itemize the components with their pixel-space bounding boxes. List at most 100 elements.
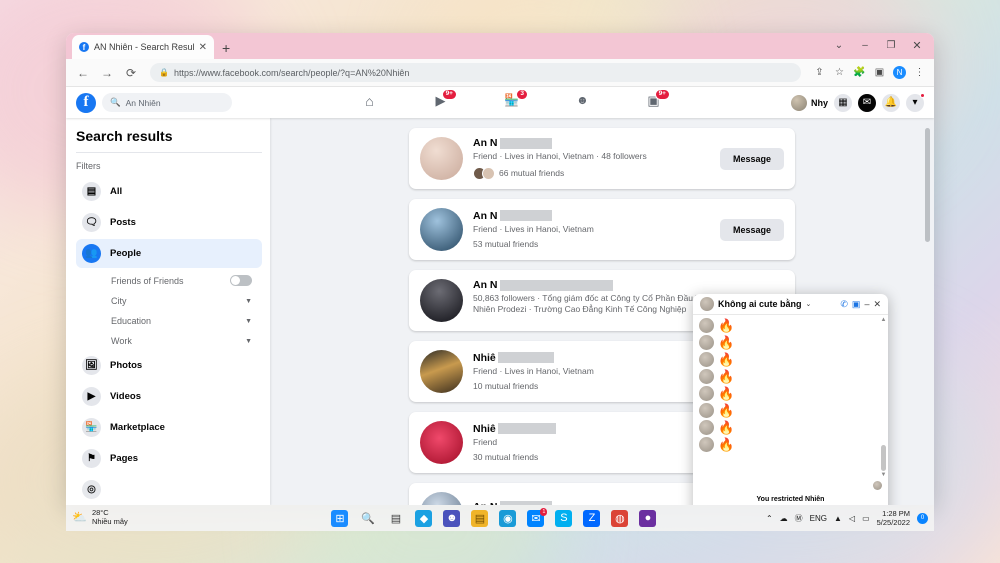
teams-icon[interactable]: ☻ <box>443 509 461 527</box>
toggle-switch[interactable] <box>230 275 252 286</box>
chevron-up-icon[interactable]: ▲ <box>880 317 887 323</box>
chevron-down-icon[interactable]: ▼ <box>880 472 887 478</box>
scrollbar-thumb[interactable] <box>881 445 886 471</box>
maximize-icon[interactable]: ❐ <box>878 35 904 55</box>
weather-widget[interactable]: ⛅ 28°C Nhiều mây <box>72 509 222 526</box>
minimize-icon[interactable]: – <box>864 299 869 309</box>
forward-button[interactable]: → <box>98 64 116 82</box>
filter-education[interactable]: Education ▼ <box>76 311 262 331</box>
avatar <box>699 403 714 418</box>
extensions-icon[interactable]: 🧩 <box>853 67 866 78</box>
list-item: 🔥 <box>699 386 882 401</box>
video-call-icon[interactable]: ▣ <box>852 299 861 310</box>
clock[interactable]: 1:28 PM 5/25/2022 <box>877 509 910 527</box>
new-tab-button[interactable]: + <box>222 40 230 56</box>
search-input[interactable]: 🔍 An Nhiên <box>102 93 232 112</box>
filter-label: Work <box>111 336 132 346</box>
wifi-icon[interactable]: ▲ <box>834 514 842 523</box>
video-icon[interactable]: ▶ 9+ <box>431 89 457 112</box>
share-icon[interactable]: ⇪ <box>813 67 826 78</box>
edge-icon[interactable]: ◉ <box>499 509 517 527</box>
message-text: 🔥 <box>718 352 735 367</box>
filter-friends-of-friends[interactable]: Friends of Friends <box>76 270 262 291</box>
filter-work[interactable]: Work ▼ <box>76 331 262 351</box>
search-icon[interactable]: 🔍 <box>359 510 376 527</box>
account-dropdown-icon[interactable]: ▾ <box>906 92 925 112</box>
marketplace-icon[interactable]: 🏪 3 <box>502 89 528 112</box>
bookmark-icon[interactable]: ☆ <box>833 67 846 78</box>
scrollbar[interactable] <box>925 120 932 500</box>
chat-scrollbar[interactable]: ▲ ▼ <box>880 317 887 478</box>
sidebar-item-label: Videos <box>110 391 141 402</box>
result-mutual: 66 mutual friends <box>473 166 710 180</box>
sidebar-item-pages[interactable]: ⚑ Pages <box>76 444 262 473</box>
reload-button[interactable]: ⟳ <box>122 64 140 82</box>
explorer-icon[interactable]: ▤ <box>471 509 489 527</box>
app-icon[interactable]: ● <box>639 509 657 527</box>
onedrive-icon[interactable]: ☁ <box>780 514 788 523</box>
table-row[interactable]: An N Friend · Lives in Hanoi, Vietnam · … <box>409 128 795 189</box>
address-bar[interactable]: 🔒 https://www.facebook.com/search/people… <box>150 63 801 82</box>
chevron-down-icon[interactable]: ⌄ <box>826 35 852 55</box>
browser-menu-icon[interactable]: ⋮ <box>913 67 926 78</box>
call-icon[interactable]: ✆ <box>840 299 848 310</box>
clock-date: 5/25/2022 <box>876 518 910 527</box>
groups-icon[interactable]: ☻ <box>573 93 592 112</box>
messenger-icon[interactable]: ✉ <box>858 93 876 112</box>
cloud-icon: ⛅ <box>72 510 87 525</box>
tab-strip: f AN Nhiên - Search Results | Face ✕ + ⌄… <box>66 33 934 59</box>
language-indicator[interactable]: ENG <box>810 514 827 523</box>
list-item: 🔥 <box>699 437 882 452</box>
sidebar-item-label: Pages <box>110 453 138 464</box>
list-item: 🔥 <box>699 420 882 435</box>
notification-badge[interactable]: 0 <box>917 512 928 524</box>
chat-header: Không ai cute bằng ⌄ ✆ ▣ – ✕ <box>693 294 888 315</box>
sidebar-item-people[interactable]: 👥 People <box>76 239 262 268</box>
sidebar-item-videos[interactable]: ▶ Videos <box>76 382 262 411</box>
minimize-icon[interactable]: – <box>852 35 878 55</box>
profile-avatar[interactable]: N <box>893 66 906 79</box>
zalo-icon[interactable]: Z <box>583 509 601 527</box>
filter-label: Friends of Friends <box>111 275 184 286</box>
facebook-logo-icon[interactable]: f <box>76 92 96 113</box>
sidebar-item-marketplace[interactable]: 🏪 Marketplace <box>76 413 262 442</box>
antivirus-icon[interactable]: Ⓜ <box>795 513 803 524</box>
message-button[interactable]: Message <box>719 147 784 170</box>
scrollbar-thumb[interactable] <box>925 128 930 242</box>
chevron-down-icon[interactable]: ⌄ <box>806 300 812 308</box>
start-icon[interactable]: ⊞ <box>331 509 349 527</box>
home-icon[interactable]: ⌂ <box>360 93 379 112</box>
notifications-icon[interactable]: 🔔 <box>882 93 900 112</box>
close-icon[interactable]: ✕ <box>904 35 930 55</box>
menu-grid-icon[interactable]: ▦ <box>834 93 852 112</box>
browser-tab[interactable]: f AN Nhiên - Search Results | Face ✕ <box>72 35 214 59</box>
chat-title: Không ai cute bằng <box>718 299 802 309</box>
chevron-down-icon[interactable]: ▼ <box>245 298 252 305</box>
filter-city[interactable]: City ▼ <box>76 291 262 311</box>
table-row[interactable]: An N Friend · Lives in Hanoi, Vietnam 53… <box>409 199 795 260</box>
close-icon[interactable]: ✕ <box>873 299 881 310</box>
sidebar-item-partial[interactable]: ◎ <box>76 475 262 504</box>
sidebar-item-photos[interactable]: 🖼 Photos <box>76 351 262 380</box>
skype-icon[interactable]: S <box>555 509 573 527</box>
side-panel-icon[interactable]: ▣ <box>873 67 886 78</box>
chevron-down-icon[interactable]: ▼ <box>245 318 252 325</box>
gaming-icon[interactable]: ▣ 9+ <box>644 89 670 112</box>
messenger-icon[interactable]: ✉ 1 <box>527 507 548 527</box>
back-button[interactable]: ← <box>74 64 92 82</box>
profile-link[interactable]: Nhy <box>790 94 828 111</box>
close-icon[interactable]: ✕ <box>199 42 207 53</box>
message-button[interactable]: Message <box>719 218 784 241</box>
sidebar-item-all[interactable]: ▤ All <box>76 177 262 206</box>
battery-icon[interactable]: ▭ <box>862 514 870 523</box>
chevron-up-icon[interactable]: ⌃ <box>766 514 773 523</box>
browser-toolbar: ← → ⟳ 🔒 https://www.facebook.com/search/… <box>66 59 934 87</box>
task-view-icon[interactable]: ▤ <box>387 510 404 527</box>
widgets-icon[interactable]: ◆ <box>415 509 433 527</box>
sidebar-item-posts[interactable]: 🗨 Posts <box>76 208 262 237</box>
all-icon: ▤ <box>82 182 101 201</box>
chevron-down-icon[interactable]: ▼ <box>245 338 252 345</box>
facebook-nav-right: Nhy ▦ ✉ 🔔 ▾ <box>790 92 925 112</box>
volume-icon[interactable]: ◁ <box>849 514 855 523</box>
chrome-icon[interactable]: ◍ <box>611 509 629 527</box>
